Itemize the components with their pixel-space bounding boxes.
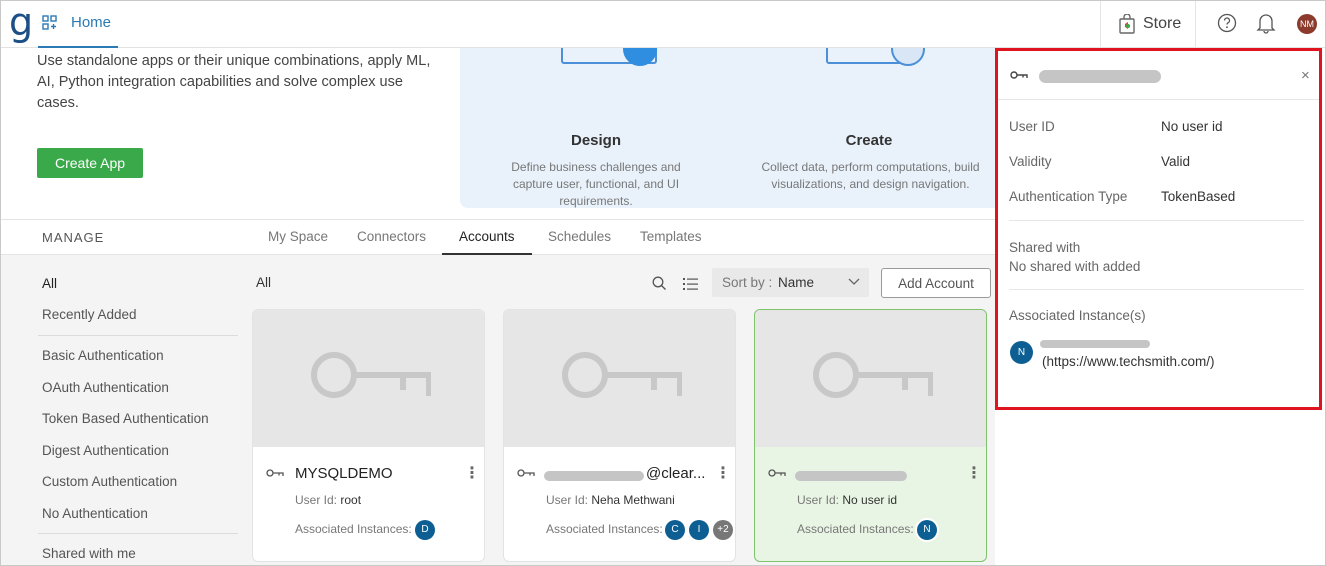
instance-url[interactable]: (https://www.techsmith.com/) (1042, 354, 1215, 369)
sidebar-item-basic-auth[interactable]: Basic Authentication (42, 348, 164, 363)
card-thumbnail (253, 310, 484, 447)
sidebar-item-no-auth[interactable]: No Authentication (42, 506, 148, 521)
create-app-button[interactable]: Create App (37, 148, 143, 178)
step-create-description: Collect data, perform computations, buil… (761, 160, 980, 191)
redacted-account-name (1039, 70, 1161, 83)
store-bag-icon (1119, 14, 1135, 34)
card-assoc-label: Associated Instances: (546, 522, 663, 536)
shared-with-value: No shared with added (1009, 259, 1141, 274)
bell-icon[interactable] (1256, 12, 1276, 34)
tab-my-space[interactable]: My Space (268, 229, 328, 244)
key-icon (266, 469, 284, 477)
panel-divider (998, 99, 1319, 100)
tab-templates[interactable]: Templates (640, 229, 702, 244)
card-user-id: User Id: root (295, 493, 362, 507)
sidebar-divider (38, 533, 238, 534)
card-assoc-label: Associated Instances: (295, 522, 412, 536)
instance-badge[interactable]: D (415, 520, 435, 540)
key-icon (1010, 71, 1028, 79)
field-value-validity: Valid (1161, 154, 1191, 169)
sort-dropdown[interactable]: Sort by : Name (712, 268, 869, 297)
sort-value: Name (778, 275, 815, 290)
instance-badge[interactable]: N (917, 520, 937, 540)
sidebar-item-token-auth[interactable]: Token Based Authentication (42, 411, 209, 426)
card-assoc-label: Associated Instances: (797, 522, 914, 536)
grid-icon (42, 15, 57, 30)
top-nav: g Home Store NM (1, 1, 1325, 48)
more-options-icon[interactable]: ⋮ (966, 466, 982, 482)
account-card[interactable]: MYSQLDEMO ⋮ User Id: root Associated Ins… (252, 309, 485, 562)
step-design-title: Design (570, 132, 621, 149)
app-window: g Home Store NM Use standalone apps or t… (0, 0, 1326, 566)
tab-schedules[interactable]: Schedules (548, 229, 611, 244)
step-create-title: Create (845, 132, 893, 149)
manage-label: MANAGE (42, 230, 105, 245)
sidebar-item-shared[interactable]: Shared with me (42, 546, 136, 561)
sidebar-item-oauth[interactable]: OAuth Authentication (42, 380, 169, 395)
card-user-id: User Id: No user id (797, 493, 898, 507)
hero-steps-panel: Design Define business challenges and ca… (460, 48, 995, 208)
field-label-auth-type: Authentication Type (1009, 189, 1128, 204)
app-logo[interactable]: g (9, 3, 33, 41)
panel-divider (1009, 289, 1304, 290)
help-icon[interactable] (1217, 13, 1237, 33)
filter-label: All (256, 275, 272, 290)
sidebar-item-custom-auth[interactable]: Custom Authentication (42, 474, 177, 489)
instance-avatar[interactable]: N (1010, 341, 1033, 364)
account-card-selected[interactable]: ⋮ User Id: No user id Associated Instanc… (754, 309, 987, 562)
field-label-validity: Validity (1009, 154, 1052, 169)
step-design-description: Define business challenges and capture u… (511, 160, 681, 208)
field-label-user-id: User ID (1009, 119, 1055, 134)
account-card[interactable]: @clear... ⋮ User Id: Neha Methwani Assoc… (503, 309, 736, 562)
sort-prefix: Sort by : (722, 275, 773, 290)
chevron-down-icon (848, 278, 860, 285)
redacted-name (795, 471, 907, 481)
more-options-icon[interactable]: ⋮ (715, 466, 731, 482)
card-thumbnail (504, 310, 735, 447)
sidebar-item-recently-added[interactable]: Recently Added (42, 307, 137, 322)
hero-description: Use standalone apps or their unique comb… (37, 53, 431, 111)
accounts-area: All Recently Added Basic Authentication … (1, 255, 995, 565)
store-button[interactable]: Store (1100, 1, 1196, 48)
card-user-id: User Id: Neha Methwani (546, 493, 675, 507)
sidebar-item-all[interactable]: All (42, 276, 57, 291)
redacted-name (544, 471, 644, 481)
card-title: @clear... (646, 465, 706, 482)
panel-divider (1009, 220, 1304, 221)
associated-instances-title: Associated Instance(s) (1009, 308, 1146, 323)
key-icon (562, 352, 682, 398)
user-avatar[interactable]: NM (1297, 14, 1317, 34)
tab-connectors[interactable]: Connectors (357, 229, 426, 244)
key-icon (813, 352, 933, 398)
card-thumbnail (755, 310, 986, 447)
sidebar-item-digest-auth[interactable]: Digest Authentication (42, 443, 169, 458)
manage-bar: MANAGE My Space Connectors Accounts Sche… (1, 219, 995, 255)
more-instances-badge[interactable]: +2 (713, 520, 733, 540)
add-account-button[interactable]: Add Account (881, 268, 991, 298)
instance-badge[interactable]: C (665, 520, 685, 540)
card-title: MYSQLDEMO (295, 465, 393, 482)
more-options-icon[interactable]: ⋮ (464, 466, 480, 482)
search-icon[interactable] (652, 276, 667, 291)
store-label: Store (1143, 15, 1182, 32)
key-icon (517, 469, 535, 477)
list-view-icon[interactable] (683, 277, 699, 291)
key-icon (768, 469, 786, 477)
tab-accounts[interactable]: Accounts (459, 229, 515, 244)
field-value-auth-type: TokenBased (1161, 189, 1236, 204)
key-icon (311, 352, 431, 398)
home-tab[interactable]: Home (38, 1, 118, 48)
home-label: Home (71, 14, 112, 31)
redacted-instance-name (1040, 340, 1150, 348)
shared-with-title: Shared with (1009, 240, 1081, 255)
account-detail-panel: × User ID No user id Validity Valid Auth… (995, 48, 1322, 410)
close-icon[interactable]: × (1301, 67, 1310, 84)
instance-badge[interactable]: I (689, 520, 709, 540)
field-value-user-id: No user id (1161, 119, 1223, 134)
sidebar-divider (38, 335, 238, 336)
